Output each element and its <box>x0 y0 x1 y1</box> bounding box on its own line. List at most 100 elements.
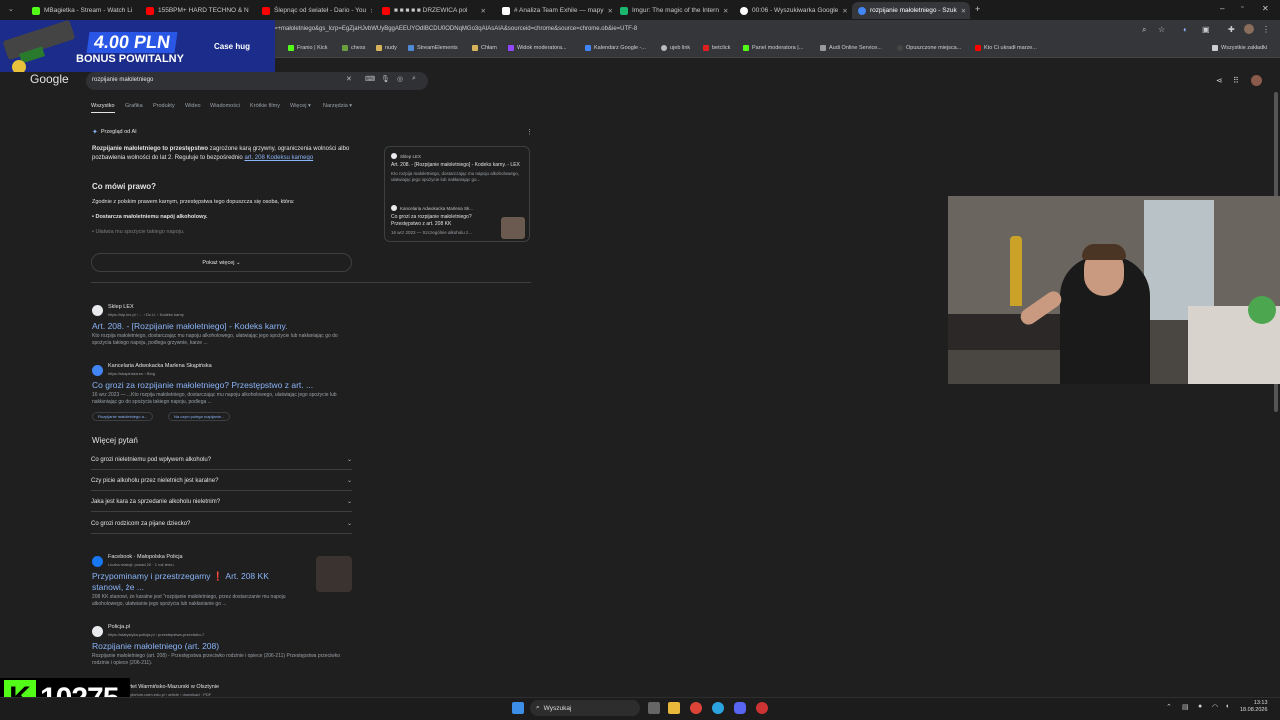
tab-products[interactable]: Produkty <box>153 103 175 109</box>
search-icon[interactable]: ⌕ <box>412 75 416 83</box>
result-title-link[interactable]: Art. 208. - [Rozpijanie małoletniego] - … <box>92 321 287 331</box>
plush-toy <box>1248 296 1276 324</box>
maximize-icon[interactable]: ▫ <box>1241 4 1243 11</box>
bookmark-item[interactable]: Widok moderatora... <box>508 45 567 51</box>
volume-icon[interactable]: ◖ <box>1225 703 1229 710</box>
ai-summary-link[interactable]: art. 208 Kodeksu karnego <box>244 155 313 161</box>
tab-short-videos[interactable]: Krótkie filmy <box>250 103 280 109</box>
menu-kebab-icon[interactable]: ⋮ <box>1262 25 1270 34</box>
show-more-button[interactable]: Pokaż więcej ⌄ <box>91 253 352 272</box>
result-url[interactable]: https://statystyka.policja.pl › przestep… <box>108 631 204 638</box>
result-url[interactable]: https://skapinska.eu › Blog <box>108 370 155 377</box>
extension-icon[interactable]: ▣ <box>1202 25 1210 34</box>
keyboard-icon[interactable]: ⌨ <box>365 75 375 83</box>
browser-tab[interactable]: MBagietka - Stream - Watch Li✕ <box>26 2 134 19</box>
close-tab-icon[interactable]: ✕ <box>719 7 728 15</box>
tab-news[interactable]: Wiadomości <box>210 103 240 109</box>
bookmark-star-icon[interactable]: ☆ <box>1158 25 1165 34</box>
app-icon[interactable] <box>756 702 768 714</box>
paa-question[interactable]: Co grozi rodzicom za pijane dziecko? ⌄ <box>91 514 352 534</box>
source-card[interactable]: Kancelaria Adwokacka Marlena Sk... Co gr… <box>391 205 501 236</box>
wifi-icon[interactable]: ◠ <box>1212 703 1218 711</box>
network-icon[interactable]: ▤ <box>1182 703 1189 711</box>
close-tab-icon[interactable]: ✕ <box>838 7 847 15</box>
google-logo[interactable]: Google <box>30 72 69 86</box>
tab-more[interactable]: Więcej ▾ <box>290 103 311 109</box>
related-chip[interactable]: Na czym polega rozpijanie... <box>168 412 231 421</box>
more-options-icon[interactable]: ⋮ <box>526 128 533 136</box>
bookmark-item[interactable]: StreamElements <box>408 45 458 51</box>
bookmark-item[interactable]: Kalendarz Google -... <box>585 45 646 51</box>
new-tab-icon[interactable]: + <box>975 4 980 14</box>
clear-search-icon[interactable]: ✕ <box>346 75 352 83</box>
close-tab-icon[interactable]: ✕ <box>366 7 372 15</box>
extensions-puzzle-icon[interactable]: ✚ <box>1228 25 1235 34</box>
close-tab-icon[interactable]: ✕ <box>957 7 966 15</box>
bookmark-item[interactable]: Panel moderatora |... <box>743 45 803 51</box>
minimize-icon[interactable]: – <box>1220 4 1224 13</box>
close-window-icon[interactable]: ✕ <box>1262 4 1269 13</box>
bookmark-item[interactable]: Opuszczone miejsca... <box>897 45 961 51</box>
tab-videos[interactable]: Wideo <box>185 103 201 109</box>
tab-images[interactable]: Grafika <box>125 103 143 109</box>
bookmark-item[interactable]: Audi Online Service... <box>820 45 882 51</box>
tab-search-chevron-icon[interactable]: ⌄ <box>8 5 14 13</box>
search-icon[interactable]: ⌕ <box>1142 25 1146 35</box>
url-field[interactable]: =+małoletniego&gs_lcrp=EgZjaHJvbWUyBggAE… <box>274 26 637 32</box>
telegram-icon[interactable] <box>712 702 724 714</box>
paa-question[interactable]: Jaka jest kara za sprzedanie alkoholu ni… <box>91 492 352 512</box>
task-view-icon[interactable] <box>648 702 660 714</box>
tab-tools[interactable]: Narzędzia ▾ <box>323 103 352 109</box>
result-thumbnail[interactable] <box>316 556 352 592</box>
bookmark-item[interactable]: nudy <box>376 45 397 51</box>
related-chip[interactable]: Rozpijanie małoletniego a... <box>92 412 154 421</box>
streamer-hair <box>1082 244 1126 260</box>
bookmark-item[interactable]: betclick <box>703 45 730 51</box>
file-explorer-icon[interactable] <box>668 702 680 714</box>
tray-chevron-up-icon[interactable]: ⌃ <box>1166 703 1172 711</box>
paa-question[interactable]: Czy picie alkoholu przez nieletnich jest… <box>91 471 352 491</box>
taskbar-search[interactable]: ⌕ Wyszukaj <box>530 700 640 716</box>
close-tab-icon[interactable]: ✕ <box>603 7 612 15</box>
source-thumbnail <box>501 217 525 239</box>
browser-tab[interactable]: 155BPM+ HARD TECHNO & N✕ <box>140 2 252 19</box>
profile-avatar-icon[interactable] <box>1244 24 1254 34</box>
apps-grid-icon[interactable]: ⠿ <box>1233 76 1239 85</box>
account-avatar[interactable] <box>1251 75 1262 86</box>
microphone-icon[interactable]: 🎙 <box>381 75 390 83</box>
bookmark-label: Widok moderatora... <box>517 45 567 51</box>
bookmark-item[interactable]: ujeb link <box>661 45 690 51</box>
microphone-icon[interactable]: ● <box>1198 703 1202 710</box>
browser-tab[interactable]: ■ ■ ■ ■ ■ DRZEWICA pol ✕ <box>376 2 492 19</box>
search-input[interactable]: rozpijanie małoletniego <box>92 77 153 83</box>
browser-tab[interactable]: Ślepnąc od świateł - Dario - You✕ <box>256 2 372 19</box>
bookmark-item[interactable]: Kto Ci ukradł marze... <box>975 45 1037 51</box>
paa-question[interactable]: Co grozi nieletniemu pod wpływem alkohol… <box>91 450 352 470</box>
result-title-link[interactable]: Przypominamy i przestrzegamy ❗ Art. 208 … <box>92 571 292 593</box>
close-tab-icon[interactable]: ✕ <box>132 7 134 15</box>
browser-tab[interactable]: 00:06 - Wyszukiwarka Google ✕ <box>734 2 850 19</box>
source-card[interactable]: Sklep LEX Art. 208. - [Rozpijanie małole… <box>391 153 525 183</box>
taskbar-clock[interactable]: 13:13 18.08.2026 <box>1240 700 1268 714</box>
browser-tab-active[interactable]: rozpijanie małoletniego - Szuk ✕ <box>852 2 970 19</box>
site-icon <box>897 45 903 51</box>
browser-tab[interactable]: # Analiza Team Exhile — mapy ✕ <box>496 2 612 19</box>
extension-icon[interactable]: ◐ <box>1183 25 1188 34</box>
share-icon[interactable]: ⋖ <box>1216 76 1223 85</box>
windows-start-icon[interactable] <box>512 702 524 714</box>
divider <box>91 282 531 283</box>
result-url[interactable]: https://sip.lex.pl › ... › Dz.U. › Kodek… <box>108 311 184 318</box>
chrome-icon[interactable] <box>690 702 702 714</box>
result-title-link[interactable]: Co grozi za rozpijanie małoletniego? Prz… <box>92 380 313 390</box>
close-tab-icon[interactable]: ✕ <box>477 7 486 15</box>
tab-all[interactable]: Wszystko <box>91 103 115 109</box>
discord-icon[interactable] <box>734 702 746 714</box>
browser-tab[interactable]: Imgur: The magic of the Intern ✕ <box>614 2 732 19</box>
bookmark-item[interactable]: Chłam <box>472 45 497 51</box>
result-title-link[interactable]: Rozpijanie małoletniego (art. 208) <box>92 641 219 651</box>
bookmark-item[interactable]: Franio | Kick <box>288 45 327 51</box>
camera-lens-icon[interactable]: ◎ <box>397 75 403 83</box>
close-tab-icon[interactable]: ✕ <box>249 7 252 15</box>
bookmark-item[interactable]: chess <box>342 45 365 51</box>
all-bookmarks-folder[interactable]: Wszystkie zakładki <box>1212 45 1267 51</box>
